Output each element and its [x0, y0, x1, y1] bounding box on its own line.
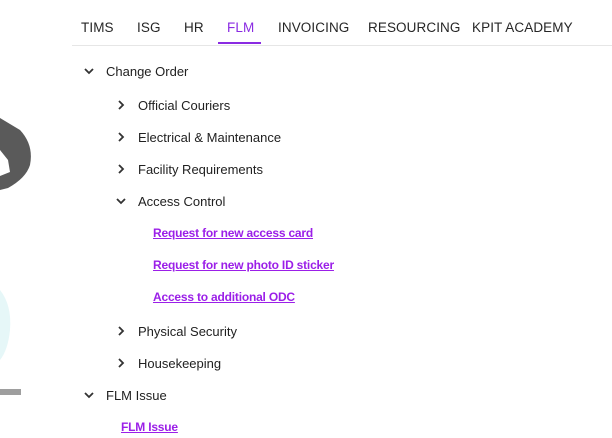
tab-flm[interactable]: FLM: [227, 20, 254, 35]
chevron-down-icon[interactable]: [114, 194, 128, 208]
chevron-right-icon[interactable]: [114, 162, 128, 176]
chevron-down-icon[interactable]: [82, 64, 96, 78]
tree-node-electrical-maintenance[interactable]: Electrical & Maintenance: [114, 127, 281, 147]
tab-resourcing[interactable]: RESOURCING: [368, 20, 461, 35]
chevron-right-icon[interactable]: [114, 130, 128, 144]
tree-node-facility-requirements[interactable]: Facility Requirements: [114, 159, 263, 179]
tree-node-physical-security[interactable]: Physical Security: [114, 321, 237, 341]
tab-invoicing[interactable]: INVOICING: [278, 20, 349, 35]
tab-isg[interactable]: ISG: [137, 20, 161, 35]
tree-node-official-couriers[interactable]: Official Couriers: [114, 95, 230, 115]
tab-hr[interactable]: HR: [184, 20, 204, 35]
tree-node-label[interactable]: Change Order: [106, 64, 188, 79]
tree-node-label[interactable]: Official Couriers: [138, 98, 230, 113]
link-flm-issue[interactable]: FLM Issue: [121, 420, 178, 434]
tree-node-housekeeping[interactable]: Housekeeping: [114, 353, 221, 373]
chevron-right-icon[interactable]: [114, 356, 128, 370]
tab-kpit-academy[interactable]: KPIT ACADEMY: [472, 20, 573, 35]
background-logo-graphic: [0, 118, 31, 395]
link-request-new-access-card[interactable]: Request for new access card: [153, 226, 313, 240]
tree-node-label[interactable]: Access Control: [138, 194, 225, 209]
link-request-new-photo-id-sticker[interactable]: Request for new photo ID sticker: [153, 258, 334, 272]
active-tab-indicator: [218, 42, 261, 44]
tree-node-label[interactable]: Physical Security: [138, 324, 237, 339]
chevron-right-icon[interactable]: [114, 98, 128, 112]
tree-node-label[interactable]: Housekeeping: [138, 356, 221, 371]
tree-node-change-order[interactable]: Change Order: [82, 61, 188, 81]
tree-node-flm-issue[interactable]: FLM Issue: [82, 385, 167, 405]
chevron-right-icon[interactable]: [114, 324, 128, 338]
tab-tims[interactable]: TIMS: [81, 20, 114, 35]
top-nav-tabs: TIMS ISG HR FLM INVOICING RESOURCING KPI…: [72, 0, 612, 46]
page: TIMS ISG HR FLM INVOICING RESOURCING KPI…: [0, 0, 612, 438]
tree-node-label[interactable]: Electrical & Maintenance: [138, 130, 281, 145]
tree-node-label[interactable]: Facility Requirements: [138, 162, 263, 177]
chevron-down-icon[interactable]: [82, 388, 96, 402]
tree-node-label[interactable]: FLM Issue: [106, 388, 167, 403]
link-access-additional-odc[interactable]: Access to additional ODC: [153, 290, 295, 304]
tree-node-access-control[interactable]: Access Control: [114, 191, 225, 211]
